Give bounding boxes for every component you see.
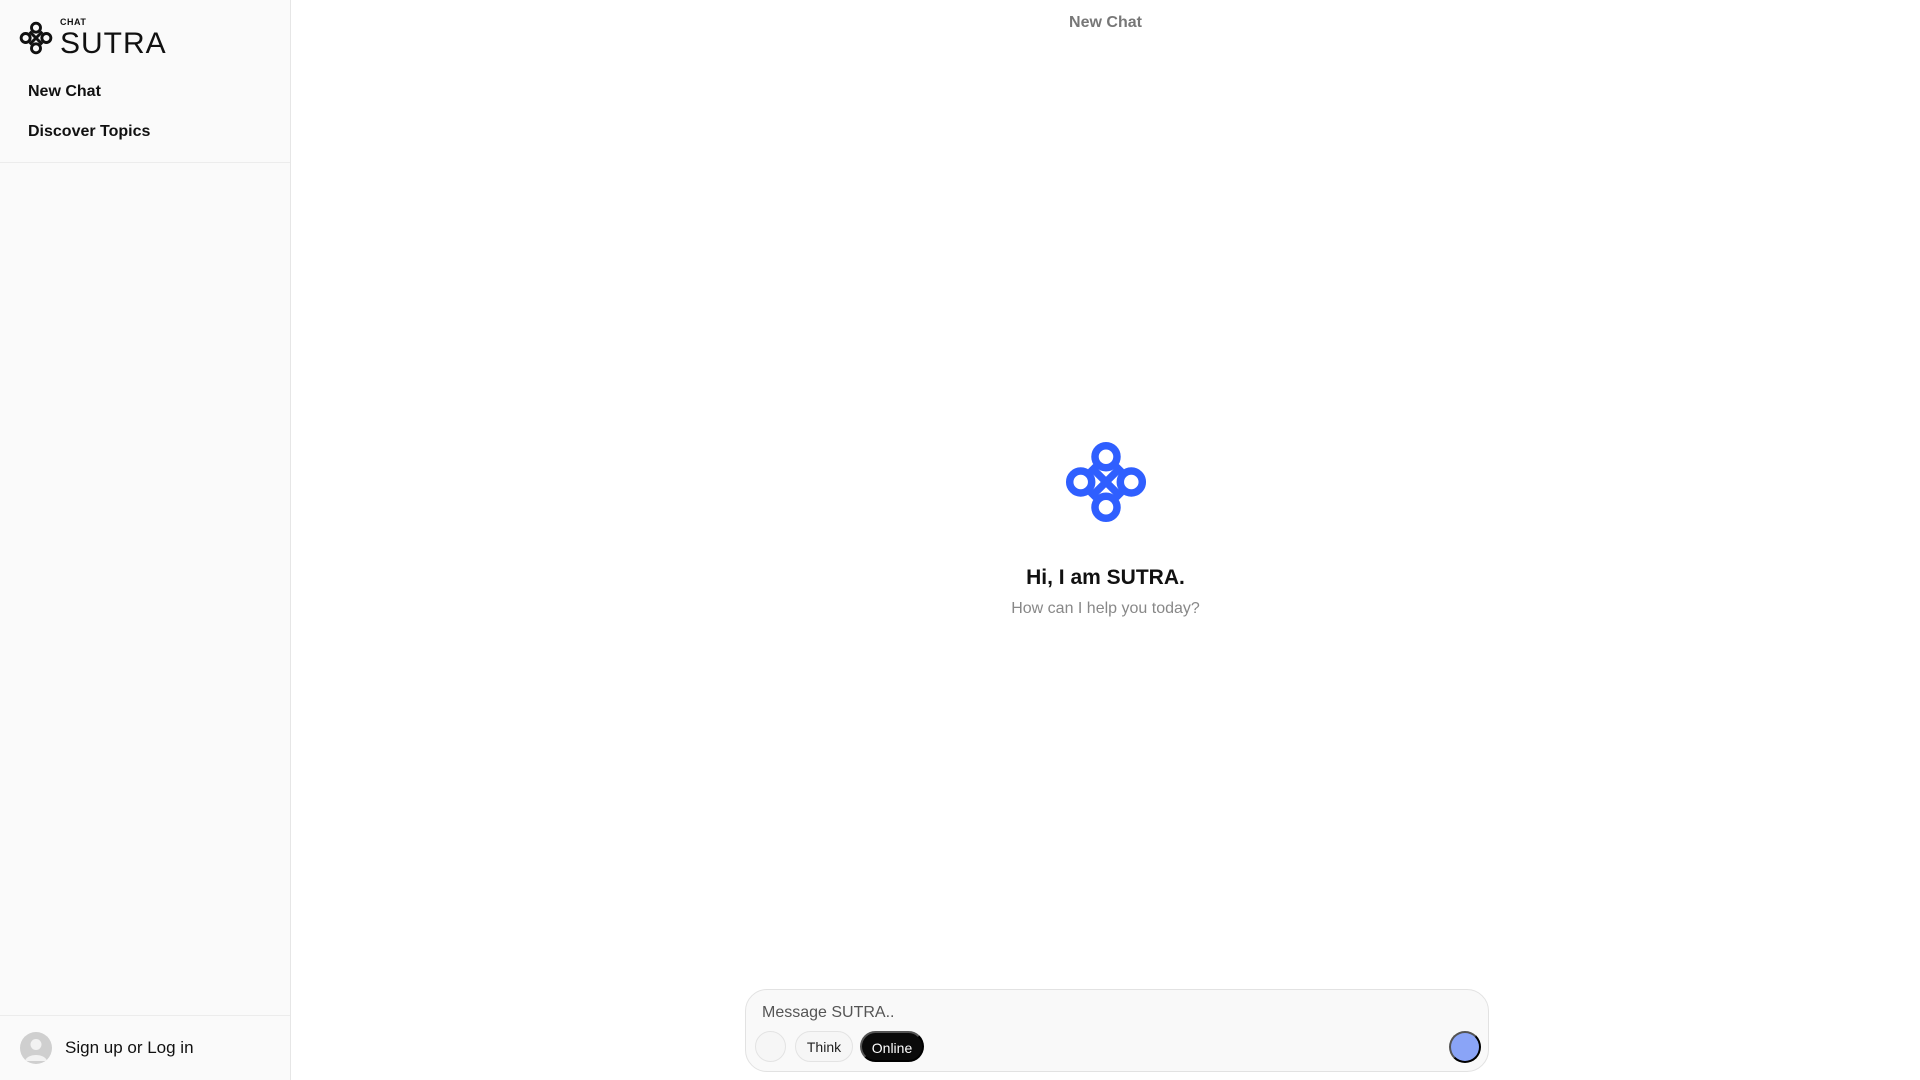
greeting-subtext: How can I help you today? bbox=[1011, 600, 1200, 617]
send-button[interactable] bbox=[1449, 1031, 1481, 1063]
welcome-hero: Hi, I am SUTRA. How can I help you today… bbox=[291, 438, 1920, 618]
sidebar-nav: New Chat Discover Topics bbox=[0, 72, 290, 163]
main-panel: New Chat Hi, I am SUTRA. How can I help … bbox=[291, 0, 1920, 1080]
sidebar: CHAT SUTRA New Chat Discover Topics Sign… bbox=[0, 0, 291, 1080]
sidebar-item-discover-topics[interactable]: Discover Topics bbox=[0, 112, 290, 152]
think-toggle[interactable]: Think bbox=[795, 1031, 853, 1062]
sidebar-item-new-chat[interactable]: New Chat bbox=[0, 72, 290, 112]
brand-logo[interactable]: CHAT SUTRA bbox=[0, 0, 290, 72]
user-avatar-icon bbox=[20, 1032, 52, 1064]
message-composer: Think Online bbox=[745, 989, 1489, 1072]
message-input[interactable] bbox=[762, 1000, 1362, 1026]
app-root: CHAT SUTRA New Chat Discover Topics Sign… bbox=[0, 0, 1920, 1080]
brand-small-text: CHAT bbox=[60, 16, 87, 27]
sign-in-link[interactable]: Sign up or Log in bbox=[65, 1038, 194, 1058]
brand-wordmark: CHAT SUTRA bbox=[60, 16, 167, 60]
chat-title: New Chat bbox=[1069, 14, 1142, 31]
attach-button[interactable] bbox=[755, 1031, 786, 1062]
brand-big-text: SUTRA bbox=[60, 26, 167, 60]
sidebar-footer[interactable]: Sign up or Log in bbox=[0, 1015, 290, 1080]
online-toggle[interactable]: Online bbox=[860, 1031, 924, 1062]
knot-logo-icon bbox=[1065, 441, 1146, 523]
knot-logo-icon bbox=[19, 21, 53, 55]
greeting-heading: Hi, I am SUTRA. bbox=[1026, 566, 1185, 589]
